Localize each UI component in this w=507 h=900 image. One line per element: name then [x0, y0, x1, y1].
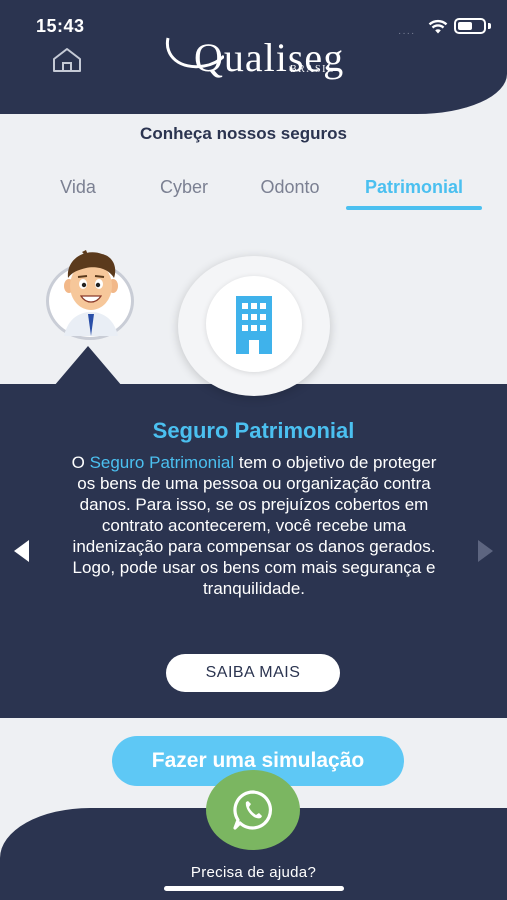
insurance-tabs: Vida Cyber Odonto Patrimonial	[24, 172, 490, 212]
saiba-mais-button[interactable]: SAIBA MAIS	[166, 654, 340, 692]
building-icon	[236, 296, 272, 354]
whatsapp-button[interactable]	[206, 770, 300, 850]
card-pointer	[54, 346, 122, 386]
section-title: Conheça nossos seguros	[140, 124, 347, 143]
card-title: Seguro Patrimonial	[152, 418, 355, 443]
category-icon-circle	[178, 256, 330, 396]
battery-icon	[454, 18, 486, 34]
mascot-avatar	[46, 248, 136, 340]
tab-vida[interactable]: Vida	[30, 172, 126, 208]
help-label[interactable]: Precisa de ajuda?	[0, 864, 507, 881]
active-tab-indicator	[346, 206, 482, 210]
status-time: 15:43	[36, 16, 85, 36]
signal-dots: ····	[398, 28, 416, 39]
arrow-left-icon[interactable]	[14, 540, 29, 562]
whatsapp-icon	[233, 790, 273, 830]
tab-patrimonial[interactable]: Patrimonial	[346, 172, 482, 208]
arrow-right-icon[interactable]	[478, 540, 493, 562]
app-header: 15:43 ···· Qualiseg BRASIL	[0, 0, 507, 114]
qualiseg-logo: Qualiseg BRASIL	[164, 35, 364, 88]
home-icon[interactable]	[50, 46, 84, 74]
card-description-highlight: Seguro Patrimonial	[89, 453, 235, 472]
logo-subtitle: BRASIL	[290, 64, 335, 75]
tab-odonto[interactable]: Odonto	[242, 172, 338, 208]
card-description: O Seguro Patrimonial tem o objetivo de p…	[71, 453, 437, 598]
tab-cyber[interactable]: Cyber	[136, 172, 232, 208]
home-indicator	[164, 886, 344, 891]
mascot-illustration	[64, 250, 118, 336]
wifi-icon	[428, 19, 448, 34]
